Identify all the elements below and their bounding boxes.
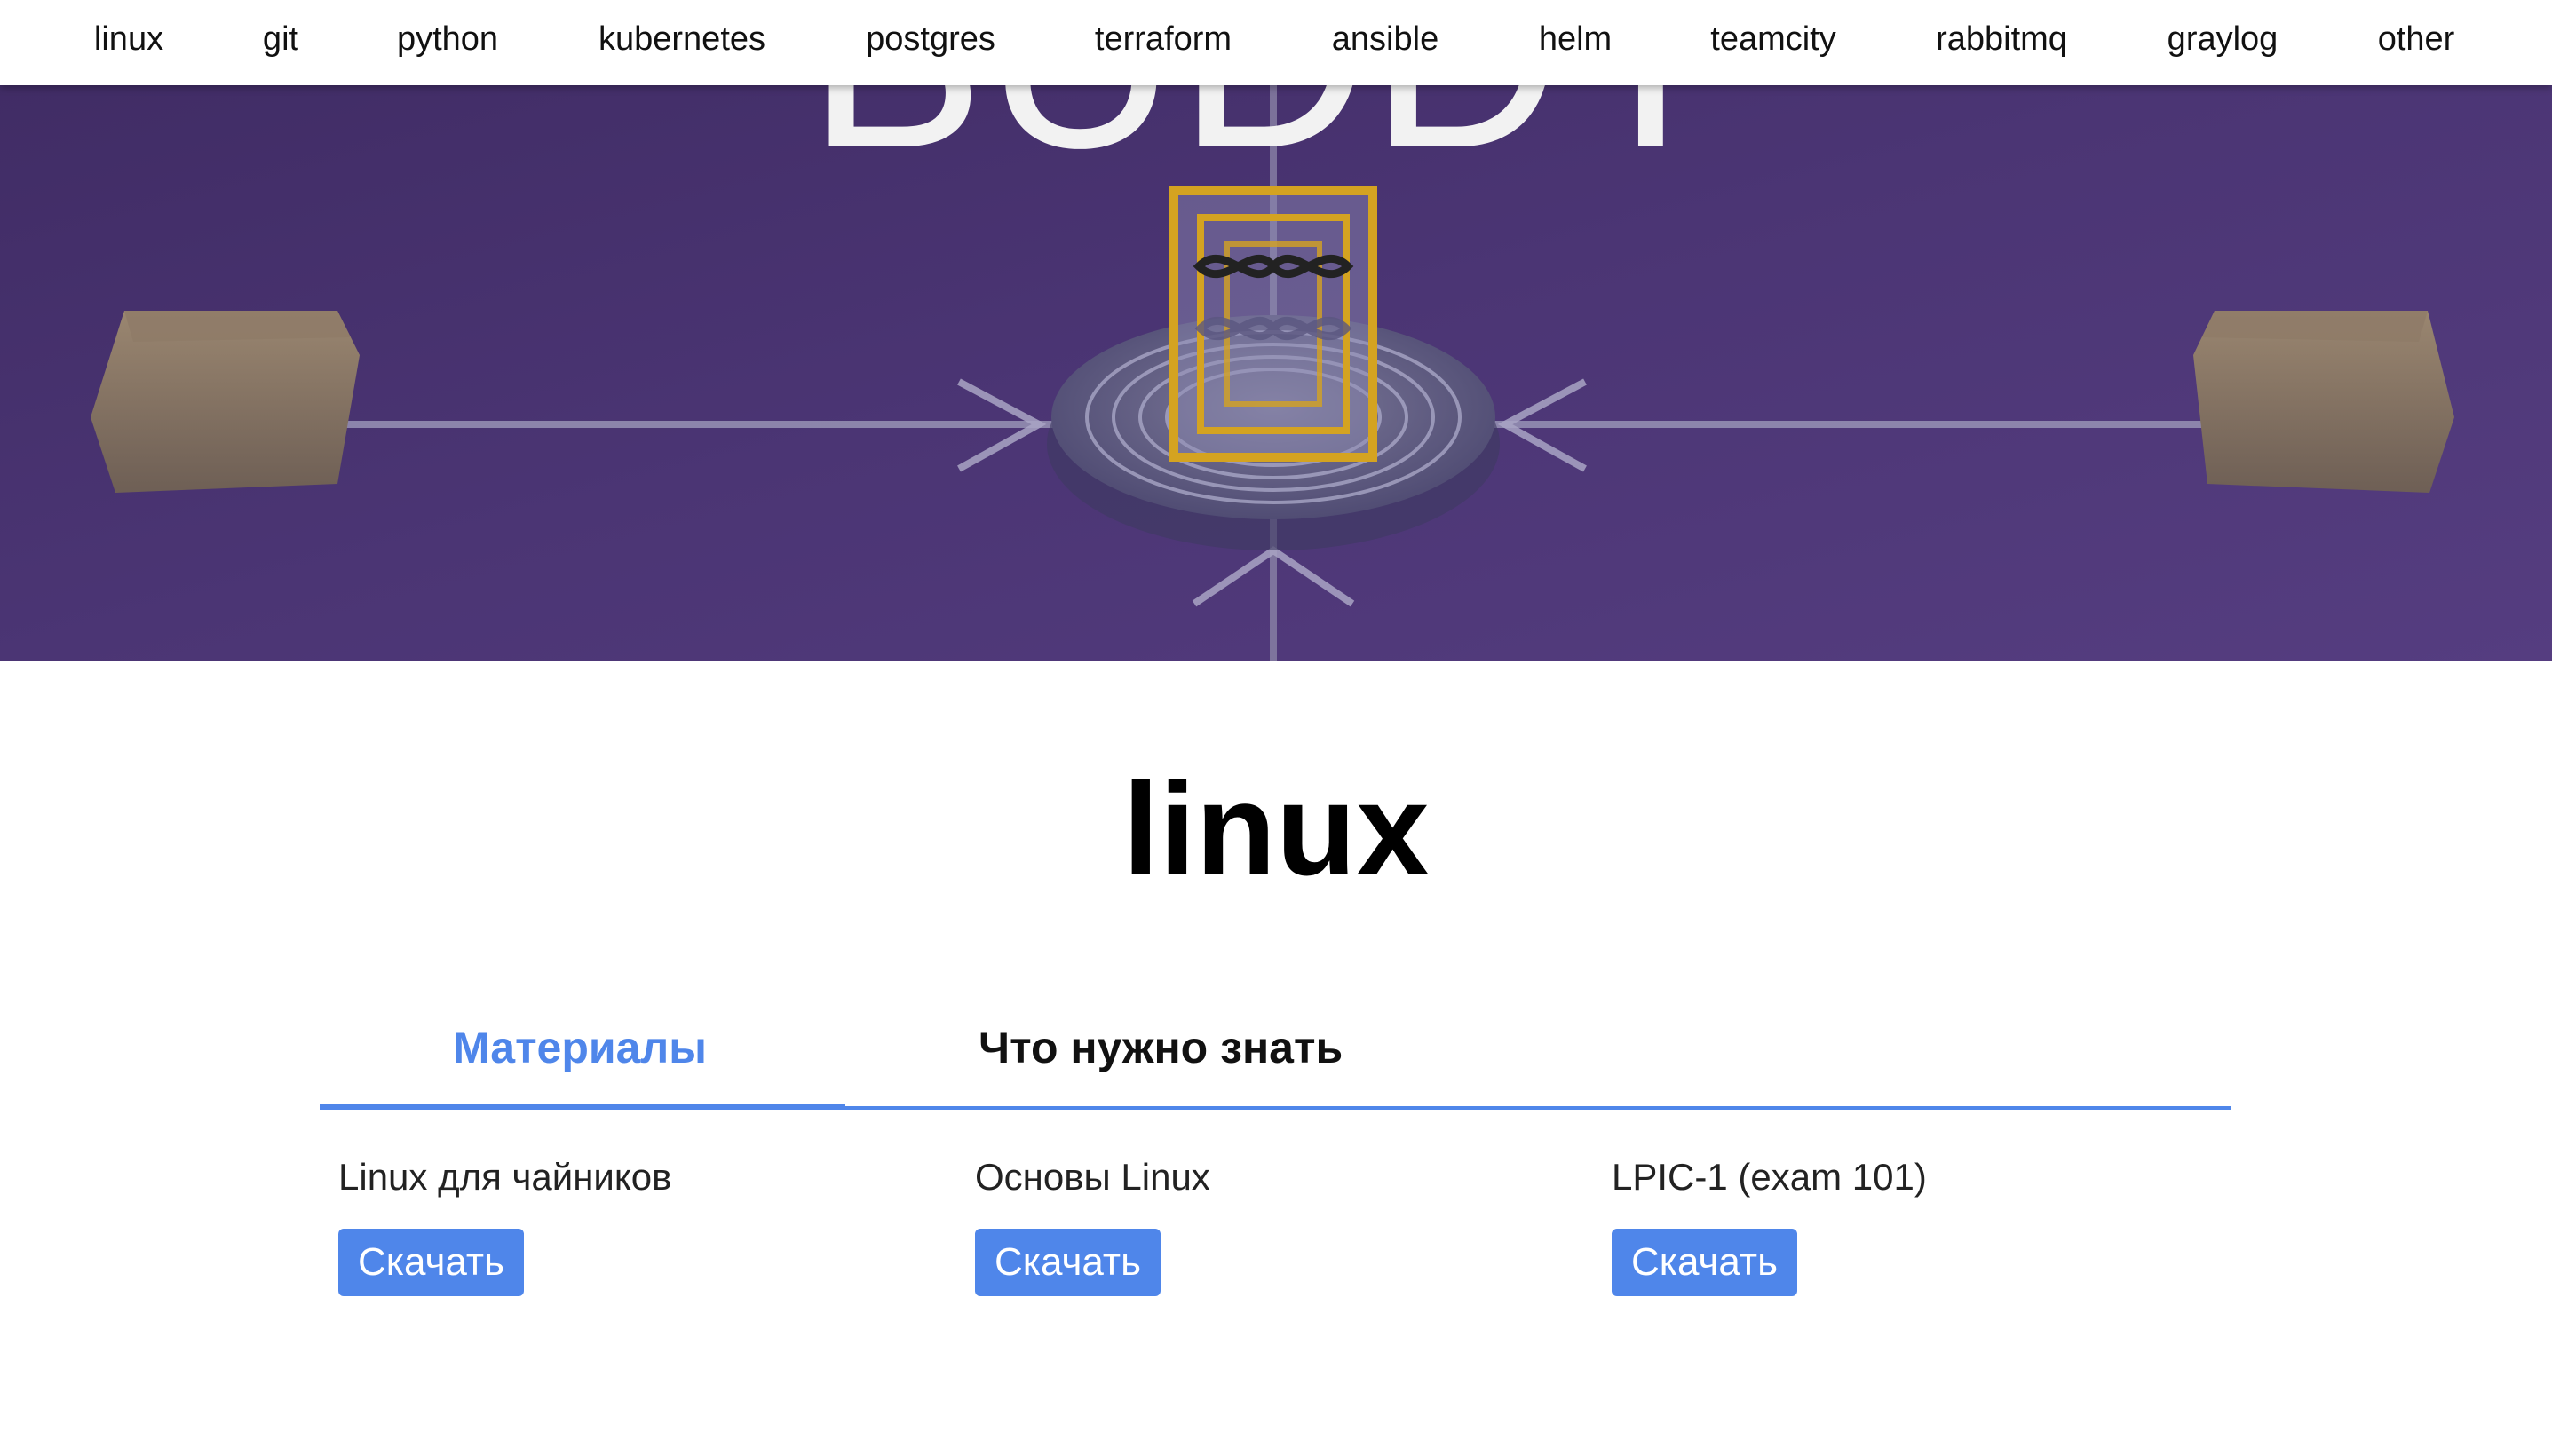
tab-materials[interactable]: Материалы <box>453 1021 707 1074</box>
download-button[interactable]: Скачать <box>975 1229 1161 1296</box>
hero-illustration: BUDDY <box>0 0 2552 661</box>
nav-item-rabbitmq[interactable]: rabbitmq <box>1936 18 2067 60</box>
material-title: Linux для чайников <box>338 1156 672 1198</box>
page-title: linux <box>1122 756 1430 903</box>
top-navigation: linux git python kubernetes postgres ter… <box>0 0 2552 85</box>
nav-item-graylog[interactable]: graylog <box>2168 18 2279 60</box>
nav-item-git[interactable]: git <box>263 18 298 60</box>
tab-bar: Материалы Что нужно знать <box>320 1012 2231 1110</box>
download-button[interactable]: Скачать <box>338 1229 524 1296</box>
nav-item-terraform[interactable]: terraform <box>1095 18 1232 60</box>
tab-what-to-know[interactable]: Что нужно знать <box>979 1021 1343 1074</box>
material-card: Основы Linux Скачать <box>975 1151 1543 1296</box>
right-box-shape <box>2193 311 2454 493</box>
download-button[interactable]: Скачать <box>1612 1229 1797 1296</box>
nav-item-other[interactable]: other <box>2378 18 2455 60</box>
nav-item-ansible[interactable]: ansible <box>1332 18 1438 60</box>
tab-active-indicator <box>320 1104 845 1110</box>
nav-item-teamcity[interactable]: teamcity <box>1710 18 1835 60</box>
nav-item-postgres[interactable]: postgres <box>866 18 995 60</box>
nav-item-python[interactable]: python <box>397 18 498 60</box>
material-card: Linux для чайников Скачать <box>338 1151 907 1296</box>
nav-item-linux[interactable]: linux <box>94 18 163 60</box>
nav-item-helm[interactable]: helm <box>1539 18 1612 60</box>
material-title: LPIC-1 (exam 101) <box>1612 1156 1927 1198</box>
nav-item-kubernetes[interactable]: kubernetes <box>598 18 765 60</box>
page: BUDDY linux git python kubernetes postgr… <box>0 0 2552 1456</box>
hero-banner: BUDDY <box>0 0 2552 661</box>
material-card: LPIC-1 (exam 101) Скачать <box>1612 1151 2180 1296</box>
left-box-shape <box>91 311 360 493</box>
cube-shape <box>1169 186 1377 462</box>
material-title: Основы Linux <box>975 1156 1210 1198</box>
